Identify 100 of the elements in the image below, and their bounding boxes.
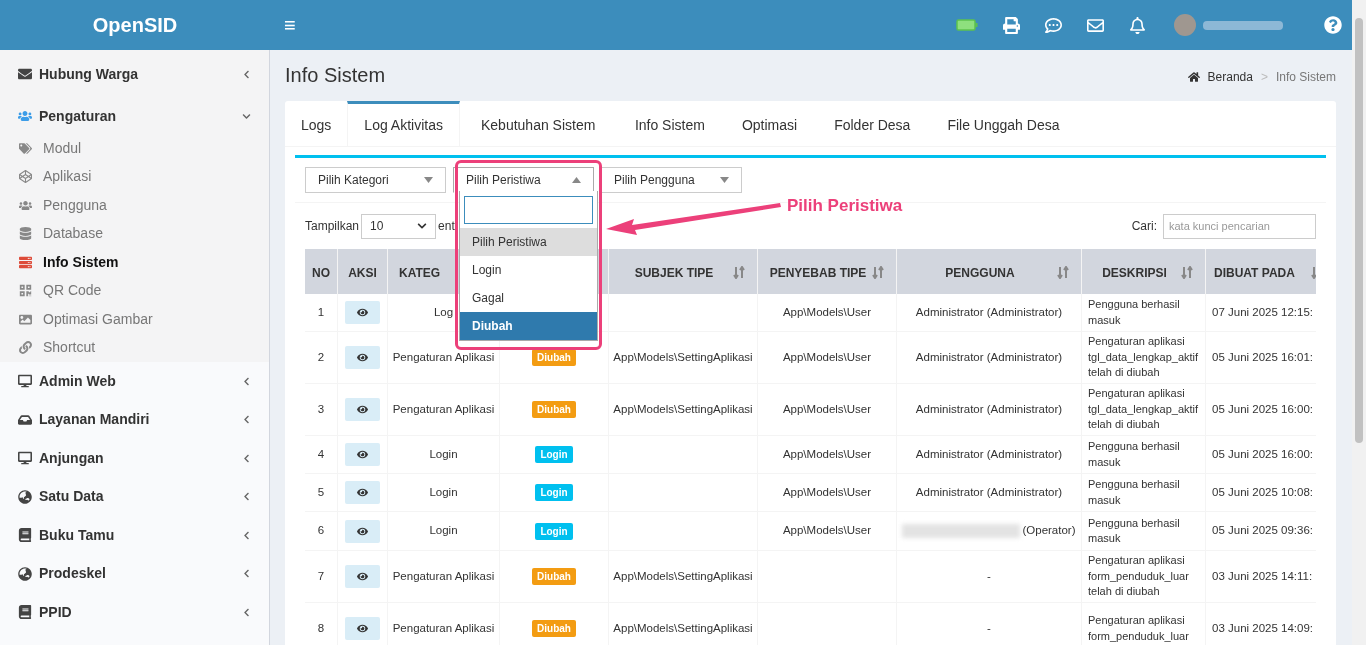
bell-icon[interactable] — [1129, 16, 1146, 34]
table-cell-text: 03 Juni 2025 14:09: — [1212, 620, 1314, 636]
sidebar-group[interactable]: Satu Data — [0, 477, 269, 516]
sidebar-group[interactable]: Admin Web — [0, 362, 269, 401]
sort-icon[interactable] — [733, 266, 745, 279]
view-button[interactable] — [345, 398, 380, 421]
inbox-icon — [18, 412, 32, 427]
eye-icon — [357, 352, 368, 363]
breadcrumb-current: Info Sistem — [1275, 69, 1336, 86]
eye-icon — [357, 525, 368, 537]
table-cell-text: Pengaturan Aplikasi — [392, 401, 495, 417]
dropdown-search-field[interactable] — [464, 196, 593, 224]
sidebar-group[interactable]: Hubung Warga — [0, 50, 269, 98]
battery-icon[interactable] — [956, 19, 978, 31]
chevron-left-icon — [242, 69, 251, 79]
column-header[interactable]: SUBJEK TIPE — [609, 249, 758, 294]
sidebar-item[interactable]: Database — [0, 219, 269, 248]
tab[interactable]: Log Aktivitas — [347, 101, 460, 146]
tab[interactable]: File Unggah Desa — [928, 101, 1078, 146]
view-button[interactable] — [345, 346, 380, 369]
sidebar-item[interactable]: Shortcut — [0, 333, 269, 362]
column-header[interactable]: NO — [305, 249, 338, 294]
view-button[interactable] — [345, 481, 380, 504]
sidebar-item[interactable]: Aplikasi — [0, 162, 269, 191]
sidebar-group-label: Layanan Mandiri — [39, 410, 151, 430]
chevron-left-icon — [242, 530, 251, 540]
tab[interactable]: Info Sistem — [616, 101, 724, 146]
event-badge: Diubah — [532, 568, 576, 585]
column-header[interactable]: AKSI — [338, 249, 388, 294]
sidebar-group-label: Satu Data — [39, 487, 105, 507]
dropdown-option[interactable]: Diubah — [460, 312, 597, 340]
table-cell-text: App\Models\SettingAplikasi — [613, 620, 753, 636]
table-cell-text: (Operator) — [1022, 523, 1076, 539]
monitor-icon — [18, 374, 32, 389]
table-cell-text: - — [987, 568, 991, 584]
tab[interactable]: Optimasi — [723, 101, 816, 146]
sidebar-item[interactable]: Info Sistem — [0, 248, 269, 277]
filter-select[interactable]: Pilih Kategori — [305, 167, 446, 193]
sidebar-group[interactable]: Buku Tamu — [0, 516, 269, 555]
view-button[interactable] — [345, 617, 380, 640]
table-cell-text: Pengaturan Aplikasi — [392, 568, 495, 584]
tab[interactable]: Kebutuhan Sistem — [459, 101, 617, 146]
length-label-suffix: ent — [438, 218, 455, 235]
chat-icon[interactable] — [1045, 16, 1062, 34]
sidebar-group[interactable]: Layanan Mandiri — [0, 400, 269, 439]
table-cell-text: 6 — [317, 523, 325, 539]
event-badge: Login — [535, 446, 573, 463]
brand-logo[interactable]: OpenSID — [92, 10, 178, 40]
table-cell-text: Login — [429, 484, 458, 500]
table-cell-text: Login — [429, 523, 458, 539]
view-button[interactable] — [345, 301, 380, 324]
table-cell-text: Pengaturan aplikasi form_penduduk_luar — [1088, 613, 1190, 644]
sidebar-group-label: Hubung Warga — [39, 64, 140, 84]
breadcrumb-link[interactable]: Beranda — [1207, 68, 1253, 86]
sidebar-group[interactable]: PPID — [0, 593, 269, 632]
table-cell-text: Pengaturan aplikasi form_penduduk_luar telah di diubah — [1088, 553, 1190, 600]
filter-select[interactable]: Pilih Pengguna — [601, 167, 742, 193]
view-button[interactable] — [345, 565, 380, 588]
sort-icon[interactable] — [1057, 266, 1069, 279]
view-button[interactable] — [345, 443, 380, 466]
column-header[interactable]: DESKRIPSI — [1082, 249, 1206, 294]
sidebar-item[interactable]: Modul — [0, 134, 269, 163]
help-icon[interactable] — [1324, 16, 1342, 34]
column-header[interactable]: PENGGUNA — [897, 249, 1082, 294]
tab[interactable]: Logs — [285, 101, 348, 146]
sidebar-item[interactable]: Optimasi Gambar — [0, 305, 269, 334]
column-header[interactable]: PENYEBAB TIPE — [758, 249, 897, 294]
table-cell-text: 05 Juni 2025 16:01: — [1212, 349, 1314, 365]
dropdown-option[interactable]: Pilih Peristiwa — [460, 228, 597, 256]
sort-icon[interactable] — [872, 266, 884, 279]
search-label: Cari: — [1131, 218, 1157, 235]
mail-icon[interactable] — [1087, 16, 1104, 34]
eye-icon — [357, 449, 368, 460]
table-cell-text: App\Models\User — [782, 446, 872, 462]
sidebar-group[interactable]: Anjungan — [0, 439, 269, 478]
tab[interactable]: Folder Desa — [815, 101, 929, 146]
eye-icon — [357, 404, 368, 415]
table-cell-text: Pengguna berhasil masuk — [1088, 297, 1181, 328]
page-title: Info Sistem — [285, 65, 386, 85]
table-cell-text: Administrator (Administrator) — [915, 349, 1063, 365]
length-select[interactable]: 10 — [361, 213, 437, 239]
sidebar-item[interactable]: Pengguna — [0, 191, 269, 220]
chevron-left-icon — [242, 569, 251, 579]
sidebar-group[interactable]: Pengaturan — [0, 98, 269, 134]
menu-toggle[interactable]: ≡ — [284, 10, 296, 40]
server-icon — [19, 255, 32, 269]
sort-icon[interactable] — [1181, 266, 1193, 279]
sidebar-group-label: Buku Tamu — [39, 525, 116, 545]
sidebar-item[interactable]: QR Code — [0, 276, 269, 305]
column-header[interactable]: DIBUAT PADA — [1206, 249, 1316, 294]
print-icon[interactable] — [1003, 16, 1020, 34]
users-icon — [19, 198, 32, 212]
book-icon — [18, 528, 32, 543]
eye-icon — [357, 623, 368, 634]
scrollbar[interactable] — [1352, 0, 1366, 645]
sidebar-group[interactable]: Prodeskel — [0, 554, 269, 593]
view-button[interactable] — [345, 519, 380, 543]
table-cell-text: Pengaturan Aplikasi — [392, 349, 495, 365]
table-cell-text: Pengaturan Aplikasi — [392, 620, 495, 636]
search-field[interactable]: kata kunci pencarian — [1163, 213, 1316, 239]
